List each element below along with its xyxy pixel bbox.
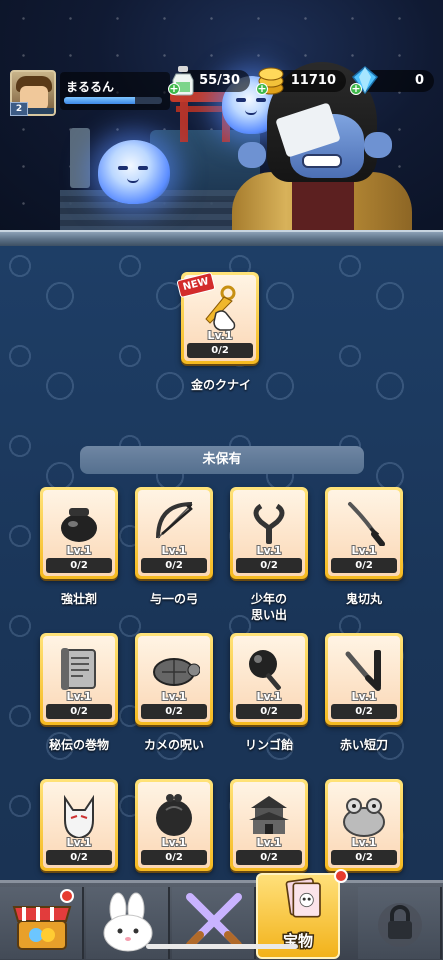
item-level: Lv.1 xyxy=(160,689,187,704)
player-name: まるるん xyxy=(66,80,115,94)
item-level: Lv.1 xyxy=(255,543,282,558)
item-name: 赤い短刀 xyxy=(339,738,388,752)
player-profile[interactable]: 2 まるるん xyxy=(10,70,170,118)
home-indicator[interactable] xyxy=(146,944,298,949)
item-name: リンゴ飴 xyxy=(244,738,293,752)
gold-plus-icon[interactable]: + xyxy=(256,83,268,95)
shrine-steps xyxy=(60,190,260,232)
section-header-not-owned: 未保有 xyxy=(80,446,364,474)
item-level: Lv.1 xyxy=(255,689,282,704)
experience-bar xyxy=(64,97,162,104)
turtle-icon xyxy=(153,658,200,686)
item-name: 鬼切丸 xyxy=(345,592,382,606)
item-level: Lv.1 xyxy=(350,689,377,704)
item-count: 0/2 xyxy=(141,704,207,719)
stamina-value: 55/30 xyxy=(199,73,240,88)
item-count: 0/2 xyxy=(141,558,207,573)
item-level: Lv.1 xyxy=(160,835,187,850)
gem-plus-icon[interactable]: + xyxy=(350,83,362,95)
item-count: 0/2 xyxy=(236,850,302,865)
frog-icon xyxy=(343,798,385,837)
item-card[interactable]: Lv.1 0/2 xyxy=(135,779,213,871)
item-level: Lv.1 xyxy=(65,689,92,704)
item-level: Lv.1 xyxy=(206,328,233,343)
item-card[interactable]: Lv.1 0/2 xyxy=(40,633,118,725)
item-count: 0/2 xyxy=(46,558,112,573)
item-card[interactable]: Lv.1 0/2 xyxy=(230,779,308,871)
item-card[interactable]: Lv.1 0/2 xyxy=(40,487,118,579)
item-name: 強壮剤 xyxy=(60,592,97,606)
item-name: 秘伝の巻物 xyxy=(48,738,109,752)
item-level: Lv.1 xyxy=(350,835,377,850)
item-count: 0/2 xyxy=(46,704,112,719)
tonic-pot-icon xyxy=(61,508,97,542)
item-card[interactable]: Lv.1 0/2 xyxy=(325,487,403,579)
item-name: 少年の 思い出 xyxy=(250,592,287,622)
nav-tab-locked[interactable] xyxy=(358,887,442,959)
slingshot-icon xyxy=(253,503,285,544)
stone-lantern xyxy=(70,128,90,188)
item-card[interactable]: Lv.1 0/2 xyxy=(230,633,308,725)
scene-divider xyxy=(0,230,443,246)
shop-notification-dot xyxy=(60,889,74,903)
nav-tab-shop[interactable] xyxy=(0,887,84,959)
gold-value: 11710 xyxy=(290,73,336,88)
candy-apple-icon xyxy=(249,650,281,691)
item-name: カメの呪い xyxy=(143,738,204,752)
item-card[interactable]: Lv.1 0/2 xyxy=(40,779,118,871)
fox-mask-icon xyxy=(64,794,94,838)
katana-icon xyxy=(348,502,385,546)
bow-icon xyxy=(156,502,193,539)
treasure-icon xyxy=(285,877,321,918)
item-card[interactable]: Lv.1 0/2 xyxy=(135,487,213,579)
item-card[interactable]: Lv.1 0/2 xyxy=(325,633,403,725)
castle-icon xyxy=(249,796,289,834)
short-blade-icon xyxy=(345,650,381,691)
item-card[interactable]: Lv.1 0/2 xyxy=(135,633,213,725)
item-count: 0/2 xyxy=(46,850,112,865)
featured-item-name: 金のクナイ xyxy=(190,378,251,392)
item-level: Lv.1 xyxy=(65,835,92,850)
item-count: 0/2 xyxy=(236,558,302,573)
lock-icon xyxy=(378,903,422,947)
item-level: Lv.1 xyxy=(255,835,282,850)
ghost-wisp-left xyxy=(98,140,170,204)
item-name: 与一の弓 xyxy=(149,592,198,606)
treasure-notification-dot xyxy=(334,869,348,883)
item-count: 0/2 xyxy=(236,704,302,719)
item-level: Lv.1 xyxy=(160,543,187,558)
item-count: 0/2 xyxy=(331,850,397,865)
gem-value: 0 xyxy=(414,73,424,88)
scroll-icon xyxy=(61,648,96,690)
item-level: Lv.1 xyxy=(65,543,92,558)
coin-purse-icon xyxy=(156,794,192,836)
item-count: 0/2 xyxy=(141,850,207,865)
player-level-badge: 2 xyxy=(10,102,28,116)
stamina-plus-icon[interactable]: + xyxy=(168,83,180,95)
item-count: 0/2 xyxy=(187,343,253,358)
item-card[interactable]: Lv.1 0/2 xyxy=(325,779,403,871)
item-level: Lv.1 xyxy=(350,543,377,558)
item-card[interactable]: Lv.1 0/2 xyxy=(230,487,308,579)
item-count: 0/2 xyxy=(331,558,397,573)
item-count: 0/2 xyxy=(331,704,397,719)
